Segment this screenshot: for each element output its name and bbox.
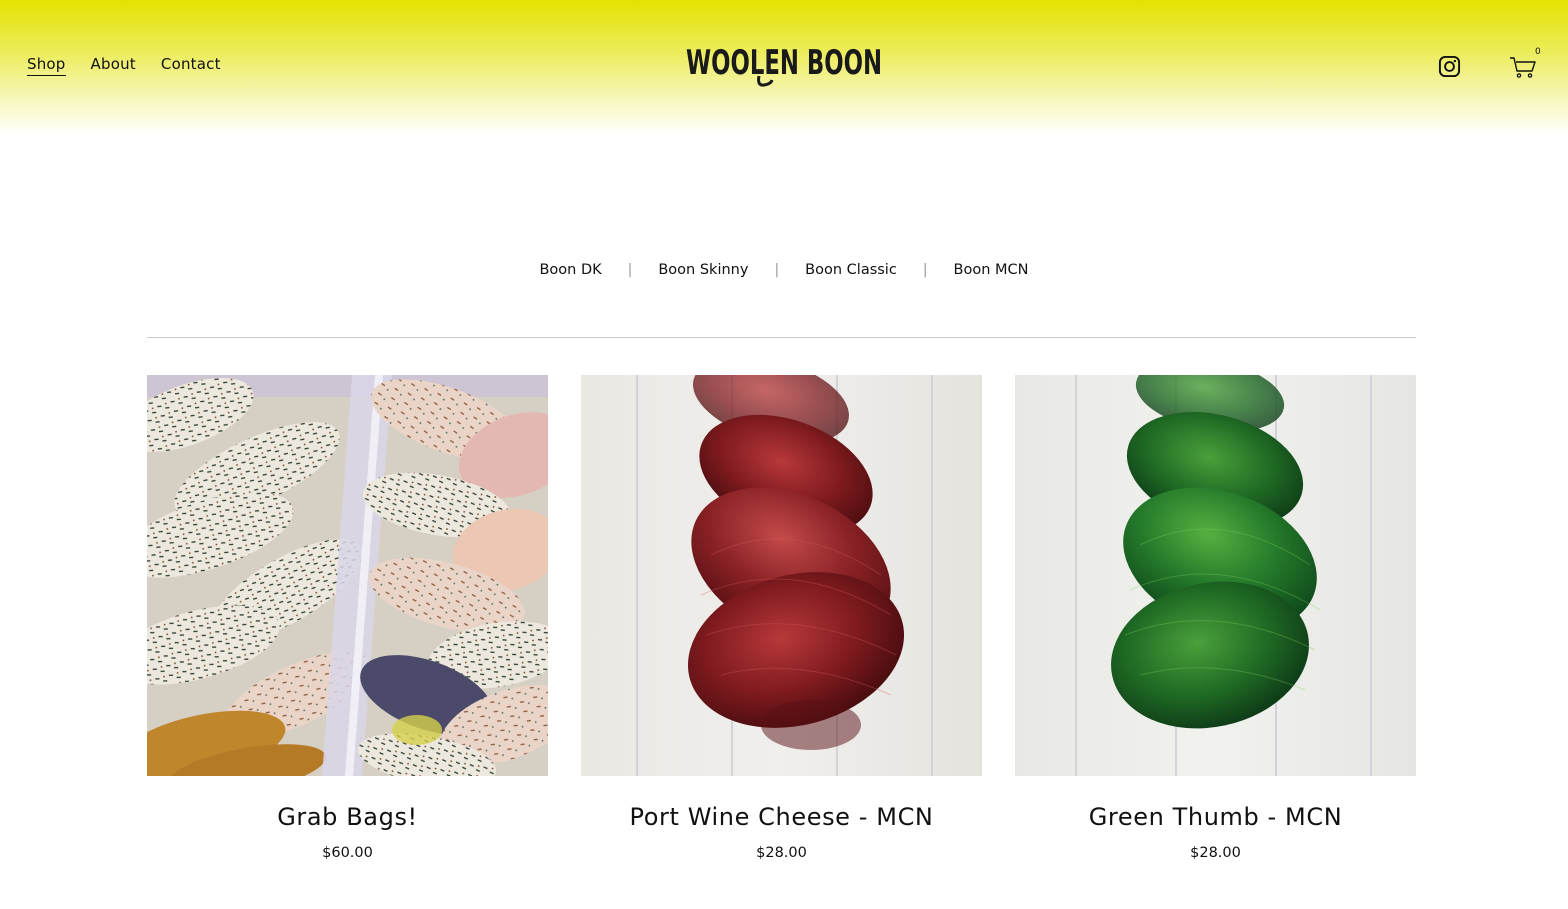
- product-price: $60.00: [322, 845, 373, 861]
- product-card-green-thumb[interactable]: Green Thumb - MCN $28.00: [1015, 375, 1416, 861]
- nav-contact-link[interactable]: Contact: [161, 55, 221, 76]
- site-header: Shop About Contact WOOLEN BOON 0: [0, 0, 1568, 135]
- product-image-port-wine-cheese[interactable]: [581, 375, 982, 776]
- category-boon-mcn[interactable]: Boon MCN: [928, 262, 1055, 278]
- product-title[interactable]: Grab Bags!: [147, 803, 548, 831]
- product-image-green-thumb[interactable]: [1015, 375, 1416, 776]
- product-title[interactable]: Port Wine Cheese - MCN: [581, 803, 982, 831]
- site-logo[interactable]: WOOLEN BOON: [684, 36, 884, 92]
- section-divider: [147, 337, 1416, 338]
- nav-about-link[interactable]: About: [91, 55, 136, 76]
- product-title[interactable]: Green Thumb - MCN: [1015, 803, 1416, 831]
- cart-count-badge: 0: [1535, 47, 1541, 57]
- product-card-port-wine-cheese[interactable]: Port Wine Cheese - MCN $28.00: [581, 375, 982, 861]
- instagram-icon[interactable]: [1438, 55, 1461, 78]
- product-price: $28.00: [756, 845, 807, 861]
- category-boon-dk[interactable]: Boon DK: [513, 262, 627, 278]
- nav-shop-link[interactable]: Shop: [27, 55, 66, 76]
- product-image-grab-bags[interactable]: [147, 375, 548, 776]
- category-boon-classic[interactable]: Boon Classic: [779, 262, 923, 278]
- svg-text:WOOLEN BOON: WOOLEN BOON: [686, 43, 882, 83]
- main-nav: Shop About Contact: [27, 55, 246, 76]
- product-price: $28.00: [1190, 845, 1241, 861]
- product-card-grab-bags[interactable]: Grab Bags! $60.00: [147, 375, 548, 861]
- cart-icon[interactable]: [1509, 55, 1537, 79]
- category-nav: Boon DK | Boon Skinny | Boon Classic | B…: [0, 262, 1568, 278]
- category-boon-skinny[interactable]: Boon Skinny: [632, 262, 774, 278]
